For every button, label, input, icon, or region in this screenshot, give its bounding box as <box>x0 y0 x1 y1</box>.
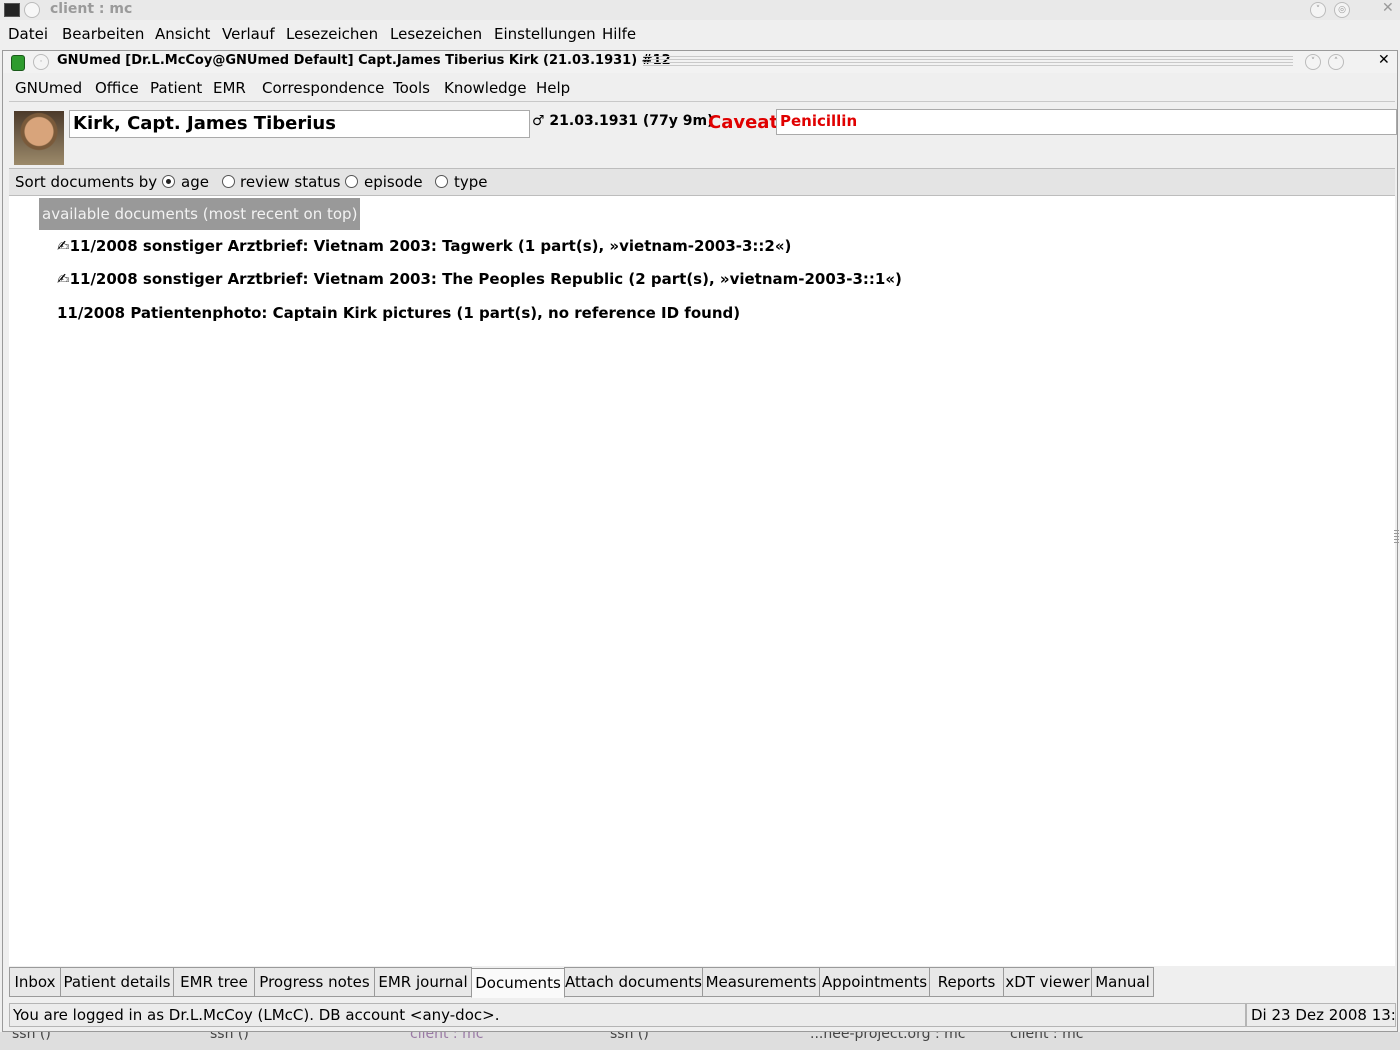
radio-age[interactable] <box>162 175 175 188</box>
minimize-icon[interactable]: ˅ <box>1310 2 1326 18</box>
outer-window-title: client : mc <box>50 1 133 17</box>
tab-emr-journal[interactable]: EMR journal <box>374 967 472 997</box>
tab-documents[interactable]: Documents <box>471 968 565 998</box>
outer-menu-datei[interactable]: Datei <box>8 25 48 43</box>
radio-age-label[interactable]: age <box>181 173 209 191</box>
gnumed-menubar: GNUmed Office Patient EMR Correspondence… <box>9 75 1395 102</box>
tab-progress-notes[interactable]: Progress notes <box>254 967 375 997</box>
patient-photo[interactable] <box>14 111 64 165</box>
sort-label: Sort documents by <box>15 173 158 191</box>
tree-root-node[interactable]: available documents (most recent on top) <box>39 198 361 230</box>
outer-menu-bearbeiten[interactable]: Bearbeiten <box>62 25 144 43</box>
radio-episode-label[interactable]: episode <box>364 173 423 191</box>
outer-menu-verlauf[interactable]: Verlauf <box>222 25 275 43</box>
patient-dob: ♂ 21.03.1931 (77y 9m) <box>532 113 714 129</box>
sort-bar: Sort documents by age review status epis… <box>9 168 1395 196</box>
window-menu-icon[interactable]: · <box>33 54 49 70</box>
caveat-label: Caveat <box>708 112 779 133</box>
tree-item-document-1[interactable]: ✍11/2008 sonstiger Arztbrief: Vietnam 20… <box>57 237 791 255</box>
outer-menu-hilfe[interactable]: Hilfe <box>602 25 636 43</box>
taskbar: ssh () ssh () client : mc ssh () ...nee-… <box>0 1032 1400 1050</box>
menu-tools[interactable]: Tools <box>393 79 430 97</box>
resize-grip[interactable] <box>1394 530 1399 544</box>
outer-menu-lesezeichen-2[interactable]: Lesezeichen <box>390 25 482 43</box>
close-icon[interactable]: ✕ <box>1378 52 1390 68</box>
tab-measurements[interactable]: Measurements <box>702 967 820 997</box>
taskbar-item-client-1[interactable]: client : mc <box>410 1032 483 1042</box>
outer-menu-lesezeichen-1[interactable]: Lesezeichen <box>286 25 378 43</box>
menu-knowledge[interactable]: Knowledge <box>444 79 526 97</box>
tab-emr-tree[interactable]: EMR tree <box>173 967 255 997</box>
tab-appointments[interactable]: Appointments <box>819 967 930 997</box>
document-tree[interactable]: available documents (most recent on top)… <box>9 196 1395 966</box>
gnumed-app-icon <box>11 55 25 71</box>
radio-review-status-label[interactable]: review status <box>240 173 340 191</box>
menu-emr[interactable]: EMR <box>213 79 246 97</box>
tab-attach-documents[interactable]: Attach documents <box>564 967 703 997</box>
radio-type[interactable] <box>435 175 448 188</box>
tab-patient-details[interactable]: Patient details <box>60 967 174 997</box>
status-message: You are logged in as Dr.L.McCoy (LMcC). … <box>9 1003 1246 1027</box>
tab-manual[interactable]: Manual <box>1091 967 1154 997</box>
menu-help[interactable]: Help <box>536 79 570 97</box>
taskbar-item-ssh-1[interactable]: ssh () <box>12 1032 51 1042</box>
gnumed-window-title: GNUmed [Dr.L.McCoy@GNUmed Default] Capt.… <box>57 53 671 68</box>
tab-reports[interactable]: Reports <box>929 967 1004 997</box>
patient-bar: Kirk, Capt. James Tiberius ♂ 21.03.1931 … <box>9 107 1397 165</box>
caveat-field[interactable]: Penicillin <box>776 109 1397 135</box>
outer-menu-ansicht[interactable]: Ansicht <box>155 25 210 43</box>
tab-xdt-viewer[interactable]: xDT viewer <box>1003 967 1092 997</box>
maximize-icon[interactable]: ◎ <box>1334 2 1350 18</box>
tree-item-document-3[interactable]: 11/2008 Patientenphoto: Captain Kirk pic… <box>57 304 740 322</box>
tab-inbox[interactable]: Inbox <box>9 967 61 997</box>
close-icon[interactable]: ✕ <box>1382 0 1394 16</box>
maximize-icon[interactable]: ˄ <box>1328 54 1344 70</box>
menu-patient[interactable]: Patient <box>150 79 202 97</box>
gnumed-window: · GNUmed [Dr.L.McCoy@GNUmed Default] Cap… <box>2 50 1398 1032</box>
radio-episode[interactable] <box>345 175 358 188</box>
taskbar-item-client-2[interactable]: client : mc <box>1010 1032 1083 1042</box>
menu-gnumed[interactable]: GNUmed <box>15 79 82 97</box>
radio-type-label[interactable]: type <box>454 173 488 191</box>
titlebar-stripes <box>643 56 1293 68</box>
tree-item-document-2[interactable]: ✍11/2008 sonstiger Arztbrief: Vietnam 20… <box>57 270 902 288</box>
menu-office[interactable]: Office <box>95 79 139 97</box>
outer-menu-einstellungen[interactable]: Einstellungen <box>494 25 596 43</box>
window-menu-icon[interactable] <box>24 2 40 18</box>
status-time: Di 23 Dez 2008 13:0 <box>1246 1003 1396 1027</box>
gnumed-titlebar: · GNUmed [Dr.L.McCoy@GNUmed Default] Cap… <box>3 51 1397 73</box>
notebook-tabs: Inbox Patient details EMR tree Progress … <box>9 967 1395 998</box>
radio-review-status[interactable] <box>222 175 235 188</box>
terminal-icon <box>4 3 20 17</box>
taskbar-item-ssh-3[interactable]: ssh () <box>610 1032 649 1042</box>
outer-menubar: Datei Bearbeiten Ansicht Verlauf Lesezei… <box>0 22 1400 46</box>
taskbar-item-ssh-2[interactable]: ssh () <box>210 1032 249 1042</box>
menu-correspondence[interactable]: Correspondence <box>262 79 384 97</box>
minimize-icon[interactable]: ˅ <box>1305 54 1321 70</box>
outer-titlebar: client : mc ˅ ◎ ✕ <box>0 0 1400 20</box>
patient-name-field[interactable]: Kirk, Capt. James Tiberius <box>69 110 530 138</box>
taskbar-item-project[interactable]: ...nee-project.org : mc <box>810 1032 965 1042</box>
